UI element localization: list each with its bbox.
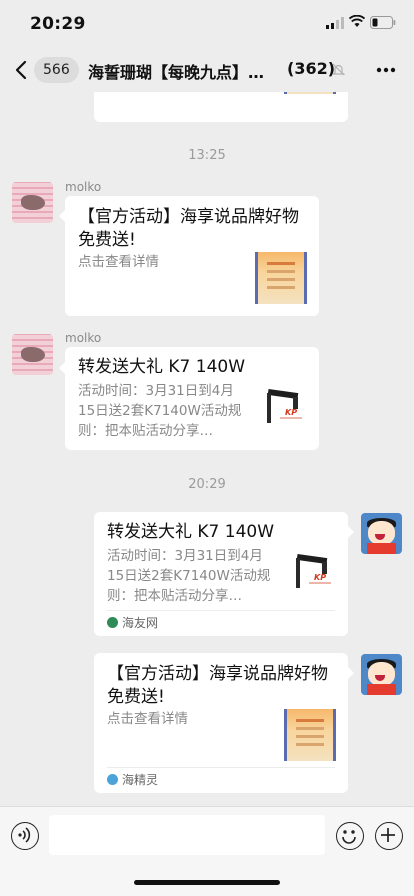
timestamp: 13:25 (188, 148, 226, 163)
link-card[interactable]: 【官方活动】海享说品牌好物免费送! 点击查看详情 海精灵 (94, 653, 348, 793)
product-brand-logo: KP (285, 408, 297, 417)
source-icon (107, 617, 118, 628)
avatar[interactable] (361, 513, 402, 554)
card-description: 活动时间：3月31日到4月15日送2套K7140W活动规则：把本贴活动分享… (107, 548, 271, 604)
battery-icon (370, 16, 396, 29)
card-thumbnail (284, 709, 336, 761)
bubble-tail (348, 526, 354, 538)
source-icon (107, 774, 118, 785)
wifi-icon (349, 15, 365, 27)
sender-name: molko (65, 331, 102, 345)
emoji-icon (342, 830, 357, 845)
chat-message-list[interactable]: 13:25 molko 【官方活动】海享说品牌好物免费送! 点击查看详情 mol… (0, 92, 414, 806)
nav-bar: 566 海誓珊瑚【每晚九点】… (362) (0, 48, 414, 92)
card-thumbnail (284, 92, 336, 94)
unread-count-badge[interactable]: 566 (34, 57, 79, 83)
link-card[interactable]: 转发送大礼 K7 140W 活动时间：3月31日到4月15日送2套K7140W活… (65, 347, 319, 450)
status-time: 20:29 (30, 14, 86, 34)
card-title: 【官方活动】海享说品牌好物免费送! (78, 207, 299, 250)
mute-icon (332, 63, 345, 76)
source-label: 海友网 (122, 616, 159, 630)
link-card[interactable]: 转发送大礼 K7 140W 活动时间：3月31日到4月15日送2套K7140W活… (94, 512, 348, 636)
voice-icon (18, 827, 31, 844)
add-button[interactable] (375, 822, 403, 850)
card-title: 转发送大礼 K7 140W (78, 357, 246, 377)
more-icon[interactable] (376, 67, 396, 73)
product-brand-logo: KP (314, 573, 326, 582)
member-count: (362) (287, 59, 336, 78)
home-indicator (134, 880, 280, 885)
card-description: 活动时间：3月31日到4月15日送2套K7140W活动规则：把本贴活动分享… (78, 383, 242, 439)
add-icon (381, 828, 396, 843)
voice-button[interactable] (11, 822, 39, 850)
card-divider (107, 767, 335, 768)
message-card-partial[interactable] (94, 92, 348, 122)
avatar[interactable] (361, 654, 402, 695)
avatar[interactable] (12, 182, 53, 223)
product-thumbnail: KP (296, 553, 331, 588)
status-bar: 20:29 (0, 0, 414, 48)
back-icon[interactable] (14, 60, 28, 80)
card-title: 转发送大礼 K7 140W (107, 522, 275, 542)
link-card[interactable]: 【官方活动】海享说品牌好物免费送! 点击查看详情 (65, 196, 319, 316)
card-divider (107, 610, 335, 611)
source-label: 海精灵 (122, 773, 159, 787)
card-description: 点击查看详情 (78, 254, 159, 270)
signal-icon (326, 17, 344, 29)
timestamp: 20:29 (188, 477, 226, 492)
emoji-button[interactable] (336, 822, 364, 850)
sender-name: molko (65, 180, 102, 194)
product-thumbnail: KP (267, 388, 302, 423)
message-input[interactable] (49, 815, 325, 855)
avatar[interactable] (12, 334, 53, 375)
card-description: 点击查看详情 (107, 711, 188, 727)
chat-title[interactable]: 海誓珊瑚【每晚九点】… (88, 59, 280, 83)
card-title: 【官方活动】海享说品牌好物免费送! (107, 664, 328, 707)
bubble-tail (348, 667, 354, 679)
card-thumbnail (255, 252, 307, 304)
